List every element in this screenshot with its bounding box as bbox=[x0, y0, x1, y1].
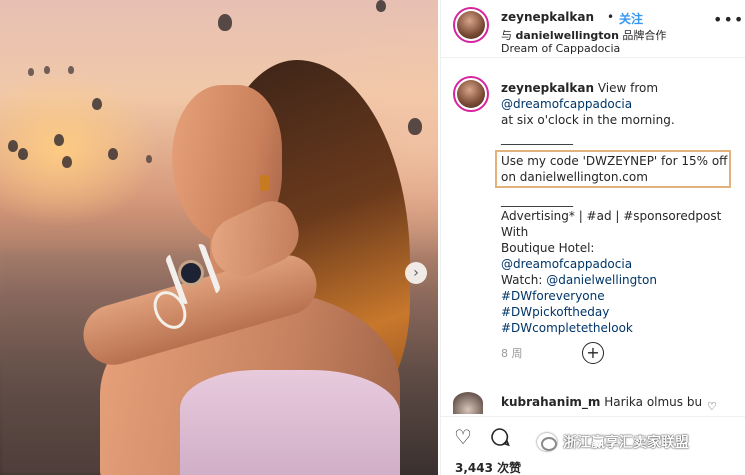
divider-text: ____________ bbox=[501, 131, 573, 145]
hot-air-balloon bbox=[376, 0, 386, 12]
hashtag-link[interactable]: #DWpickoftheday bbox=[501, 305, 609, 319]
comment-username[interactable]: kubrahanim_m bbox=[501, 395, 600, 409]
partner-prefix: 与 bbox=[501, 29, 512, 42]
post-details-panel: zeynepkalkan • 关注 与 danielwellington 品牌合… bbox=[440, 0, 745, 475]
hot-air-balloon bbox=[218, 14, 232, 31]
caption-avatar[interactable] bbox=[453, 76, 489, 112]
hashtag-link[interactable]: #DWcompletethelook bbox=[501, 321, 633, 335]
watermark: 浙江赢享汇卖家联盟 bbox=[537, 430, 689, 454]
comment-like-heart-icon[interactable]: ♡ bbox=[707, 400, 717, 413]
hot-air-balloon bbox=[18, 148, 28, 160]
avatar[interactable] bbox=[453, 7, 489, 43]
comment-row: kubrahanim_m Harika olmus bu ♡ bbox=[453, 392, 743, 414]
comment-body: Harika olmus bu bbox=[604, 395, 703, 409]
more-horizontal-icon[interactable]: ••• bbox=[713, 10, 744, 29]
divider-text: ____________ bbox=[501, 193, 573, 207]
next-image-button[interactable]: › bbox=[405, 262, 427, 284]
comment-text: kubrahanim_m Harika olmus bu bbox=[501, 395, 702, 409]
paid-partnership-line: 与 danielwellington 品牌合作 bbox=[501, 27, 666, 43]
hot-air-balloon bbox=[44, 66, 50, 74]
mention-link[interactable]: @danielwellington bbox=[546, 273, 657, 287]
watermark-text: 浙江赢享汇卖家联盟 bbox=[563, 435, 689, 451]
chevron-right-icon: › bbox=[413, 265, 419, 281]
hot-air-balloon bbox=[28, 68, 34, 76]
wristwatch bbox=[178, 260, 204, 286]
caption-username[interactable]: zeynepkalkan bbox=[501, 81, 594, 95]
heart-icon[interactable]: ♡ bbox=[454, 427, 472, 447]
post-caption: zeynepkalkan View from @dreamofcappadoci… bbox=[495, 80, 733, 362]
post-header: zeynepkalkan • 关注 与 danielwellington 品牌合… bbox=[441, 0, 745, 58]
caption-text: Boutique Hotel: bbox=[501, 241, 595, 255]
wechat-logo-icon bbox=[537, 433, 557, 451]
ad-disclosure: Advertising* | #ad | #sponsoredpost bbox=[501, 209, 722, 223]
promo-code-highlight: Use my code 'DWZEYNEP' for 15% off on da… bbox=[495, 150, 731, 188]
promo-text: Use my code 'DWZEYNEP' for 15% off bbox=[501, 154, 728, 168]
post-image[interactable]: › bbox=[0, 0, 438, 475]
caption-text: Watch: bbox=[501, 273, 543, 287]
partner-name-link[interactable]: danielwellington bbox=[516, 29, 619, 42]
likes-count[interactable]: 3,443 次赞 bbox=[455, 459, 521, 475]
caption-text: View from bbox=[597, 81, 659, 95]
location-link[interactable]: Dream of Cappadocia bbox=[501, 42, 620, 55]
plus-circle-icon: + bbox=[586, 343, 600, 362]
header-username[interactable]: zeynepkalkan bbox=[501, 10, 594, 24]
caption-text: at six o'clock in the morning. bbox=[501, 113, 675, 127]
post-time-ago: 8 周 bbox=[501, 347, 523, 360]
promo-text: on danielwellington.com bbox=[501, 170, 648, 184]
mention-link[interactable]: @dreamofcappadocia bbox=[501, 97, 632, 111]
avatar[interactable] bbox=[453, 392, 483, 414]
woman-portrait bbox=[60, 40, 438, 475]
comment-icon[interactable] bbox=[490, 427, 510, 451]
partner-suffix: 品牌合作 bbox=[622, 29, 667, 42]
hashtag-link[interactable]: #DWforeveryone bbox=[501, 289, 605, 303]
load-more-comments-button[interactable]: + bbox=[582, 342, 604, 364]
separator-dot: • bbox=[607, 10, 615, 24]
earring bbox=[260, 175, 269, 191]
hot-air-balloon bbox=[8, 140, 18, 152]
dress bbox=[180, 370, 400, 475]
mention-link[interactable]: @dreamofcappadocia bbox=[501, 257, 632, 271]
follow-button[interactable]: 关注 bbox=[619, 10, 643, 27]
caption-text: With bbox=[501, 225, 529, 239]
